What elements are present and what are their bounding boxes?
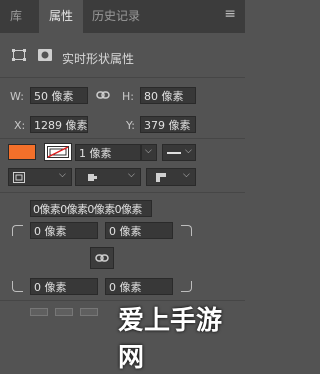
stroke-align-dropdown[interactable]: ⌵ [8,168,72,186]
bottom-left-corner-icon [12,281,23,292]
x-label: X: [14,119,26,132]
width-label: W: [10,90,24,103]
height-field[interactable]: 80 像素 [140,87,196,104]
shape-bounds-icon [12,49,26,61]
tab-libraries[interactable]: 库 [6,0,40,33]
top-right-radius-field[interactable]: 0 像素 [105,222,173,239]
stroke-cap-icon [88,174,97,181]
path-op-button-2[interactable] [55,308,73,316]
height-label: H: [122,90,134,103]
chevron-down-icon: ⌵ [145,146,152,156]
divider [0,77,245,78]
watermark: 爱上手游网 [118,306,223,373]
live-shape-properties-header: 实时形状属性 [0,33,245,66]
top-right-corner-icon [181,225,192,236]
chevron-down-icon: ⌵ [128,170,135,180]
y-field[interactable]: 379 像素 [140,116,196,133]
tab-properties[interactable]: 属性 [39,0,83,33]
stroke-join-icon [156,173,166,182]
path-op-button-1[interactable] [30,308,48,316]
fill-color-swatch[interactable] [8,144,36,160]
stroke-width-field[interactable]: 1 像素 [75,144,141,161]
link-corners-button[interactable] [90,247,114,269]
solid-line-icon [167,152,181,154]
divider [0,192,245,193]
top-left-radius-field[interactable]: 0 像素 [30,222,98,239]
mask-icon [38,49,52,61]
bottom-left-radius-field[interactable]: 0 像素 [30,278,98,295]
stroke-align-icon [13,172,25,183]
link-icon[interactable] [96,89,110,101]
top-left-corner-icon [12,225,23,236]
panel-menu-icon[interactable]: ≡ [224,6,236,22]
link-icon [95,254,109,262]
divider [0,138,245,139]
panel-tab-bar: 库 属性 历史记录 ≡ [0,0,245,33]
width-field[interactable]: 50 像素 [30,87,88,104]
corner-radius-all-field[interactable]: 0像素0像素0像素0像素 [30,200,152,217]
stroke-type-dropdown[interactable]: ⌵ [162,144,196,161]
no-stroke-icon [47,146,69,158]
path-op-button-3[interactable] [80,308,98,316]
y-label: Y: [126,119,135,132]
chevron-down-icon: ⌵ [183,170,190,180]
header-title: 实时形状属性 [62,52,135,66]
x-field[interactable]: 1289 像素 [30,116,88,133]
chevron-down-icon: ⌵ [59,170,66,180]
tab-history[interactable]: 历史记录 [92,0,172,33]
stroke-width-dropdown[interactable]: ⌵ [141,144,157,161]
stroke-color-swatch[interactable] [44,143,72,161]
stroke-cap-dropdown[interactable]: ⌵ [75,168,141,186]
bottom-right-radius-field[interactable]: 0 像素 [105,278,173,295]
chevron-down-icon: ⌵ [185,146,192,156]
bottom-right-corner-icon [181,281,192,292]
stroke-join-dropdown[interactable]: ⌵ [146,168,196,186]
